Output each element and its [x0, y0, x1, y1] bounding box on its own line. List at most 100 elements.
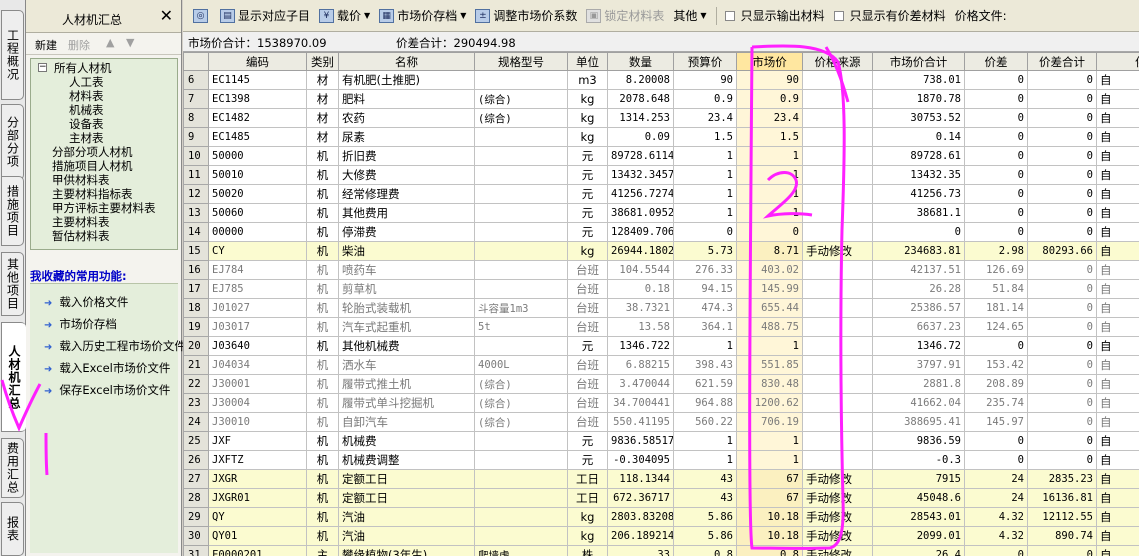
table-cell[interactable]: 机 — [306, 317, 339, 337]
table-cell[interactable]: -0.304095 — [607, 450, 674, 470]
favorite-item[interactable]: ➜ 载入价格文件 — [44, 294, 128, 310]
table-cell[interactable]: 机 — [306, 260, 339, 280]
table-cell[interactable] — [474, 222, 568, 242]
table-cell[interactable]: 23.4 — [673, 108, 737, 128]
table-cell[interactable]: 机 — [306, 431, 339, 451]
table-cell[interactable] — [802, 279, 873, 299]
table-cell[interactable]: 材 — [306, 127, 339, 147]
table-cell[interactable]: JXFTZ — [208, 450, 307, 470]
vtab-4[interactable]: 人材机汇总 — [1, 322, 26, 432]
favorite-item[interactable]: ➜ 载入Excel市场价文件 — [44, 360, 170, 376]
table-row[interactable]: 27 JXGR 机定额工日 工日 118.1344 43 67 手动修改 7915 24 2835.… — [183, 469, 1139, 489]
table-cell[interactable] — [474, 469, 568, 489]
tree-node[interactable]: − 所有人材机 — [31, 61, 177, 75]
table-cell[interactable]: 94.15 — [673, 279, 737, 299]
toolbar-button-4[interactable]: ± 调整市场价系数 — [475, 7, 577, 24]
table-cell[interactable]: J03017 — [208, 317, 307, 337]
table-cell[interactable]: 1 — [736, 450, 803, 470]
table-cell[interactable]: 0 — [1027, 298, 1097, 318]
table-row[interactable]: 22 J30001 机履带式推土机 (综合) 台班 3.470044 621.59 830.4… — [183, 374, 1139, 394]
table-row[interactable]: 23 J30004 机履带式单斗挖掘机 (综合) 台班 34.700441 964.88 12… — [183, 393, 1139, 413]
table-cell[interactable]: J30001 — [208, 374, 307, 394]
table-row[interactable]: 26 JXFTZ 机机械费调整元 -0.304095 1 1 -0.3 0 0 自 — [183, 450, 1139, 470]
column-header[interactable]: 规格型号 — [474, 52, 568, 71]
table-cell[interactable]: 51.84 — [964, 279, 1028, 299]
table-cell[interactable]: 6637.23 — [872, 317, 965, 337]
table-row[interactable]: 8 EC1482 材农药 (综合) kg 1314.253 23.4 23.4 30753.52… — [183, 108, 1139, 128]
table-cell[interactable]: 8.71 — [736, 241, 803, 261]
column-header[interactable]: 价格来源 — [802, 52, 873, 71]
table-cell[interactable] — [802, 203, 873, 223]
table-cell[interactable]: 2835.23 — [1027, 469, 1097, 489]
table-cell[interactable]: 13.58 — [607, 317, 674, 337]
table-cell[interactable]: 自 — [1096, 260, 1139, 280]
table-cell[interactable]: 定额工日 — [338, 488, 475, 508]
table-cell[interactable]: 自 — [1096, 241, 1139, 261]
table-row[interactable]: 9 EC1485 材尿素 kg 0.09 1.5 1.5 0.14 0 0 自 — [183, 127, 1139, 147]
table-cell[interactable]: 104.5544 — [607, 260, 674, 280]
table-cell[interactable]: 50000 — [208, 146, 307, 166]
table-cell[interactable]: 10.18 — [736, 526, 803, 546]
table-cell[interactable]: 550.41195 — [607, 412, 674, 432]
table-cell[interactable]: 0 — [964, 146, 1028, 166]
table-cell[interactable]: 1 — [736, 336, 803, 356]
table-cell[interactable] — [802, 108, 873, 128]
table-cell[interactable]: 元 — [567, 184, 608, 204]
table-cell[interactable]: 3797.91 — [872, 355, 965, 375]
table-cell[interactable]: 1.5 — [673, 127, 737, 147]
table-cell[interactable]: 1.5 — [736, 127, 803, 147]
table-cell[interactable]: 0 — [1027, 70, 1097, 90]
table-cell[interactable]: 1870.78 — [872, 89, 965, 109]
table-cell[interactable]: 2803.83208 — [607, 507, 674, 527]
vtab-3[interactable]: 其他项目 — [1, 252, 24, 316]
table-cell[interactable]: 其他费用 — [338, 203, 475, 223]
table-cell[interactable]: 机 — [306, 526, 339, 546]
table-cell[interactable]: JXF — [208, 431, 307, 451]
table-cell[interactable]: 元 — [567, 203, 608, 223]
table-cell[interactable]: J30004 — [208, 393, 307, 413]
table-cell[interactable] — [474, 431, 568, 451]
table-cell[interactable]: EJ785 — [208, 279, 307, 299]
table-cell[interactable]: 4.32 — [964, 526, 1028, 546]
chevron-down-icon[interactable]: ▼ — [460, 11, 466, 20]
table-cell[interactable]: 26.28 — [872, 279, 965, 299]
table-cell[interactable] — [802, 355, 873, 375]
column-header[interactable]: 类别 — [306, 52, 339, 71]
table-cell[interactable]: 台班 — [567, 374, 608, 394]
table-cell[interactable]: 9836.58517 — [607, 431, 674, 451]
table-row[interactable]: 10 50000 机折旧费元 89728.6114 1 1 89728.61 0 0 自 — [183, 146, 1139, 166]
table-cell[interactable]: 25386.57 — [872, 298, 965, 318]
column-header[interactable]: 价差合计 — [1027, 52, 1097, 71]
table-cell[interactable]: 0 — [964, 127, 1028, 147]
table-cell[interactable]: 自 — [1096, 412, 1139, 432]
table-cell[interactable]: 机 — [306, 336, 339, 356]
toolbar-button-6[interactable]: 其他 ▼ — [673, 7, 706, 24]
table-cell[interactable]: 自 — [1096, 450, 1139, 470]
table-cell[interactable]: 0 — [964, 336, 1028, 356]
table-row[interactable]: 15 CY 机柴油 kg 26944.1802 5.73 8.71 手动修改 234683.81… — [183, 241, 1139, 261]
table-cell[interactable]: 元 — [567, 431, 608, 451]
table-cell[interactable]: 80293.66 — [1027, 241, 1097, 261]
table-cell[interactable]: 元 — [567, 336, 608, 356]
table-cell[interactable]: 元 — [567, 146, 608, 166]
table-cell[interactable]: 2881.8 — [872, 374, 965, 394]
table-cell[interactable]: 5.73 — [673, 241, 737, 261]
table-cell[interactable]: 551.85 — [736, 355, 803, 375]
table-cell[interactable]: 汽油 — [338, 526, 475, 546]
table-row[interactable]: 29 QY 机汽油 kg 2803.83208 5.86 10.18 手动修改 28543.01… — [183, 507, 1139, 527]
checkbox-box[interactable] — [833, 10, 844, 21]
table-cell[interactable] — [802, 317, 873, 337]
table-cell[interactable]: 台班 — [567, 317, 608, 337]
table-cell[interactable] — [802, 336, 873, 356]
tree-node[interactable]: 主材表 — [31, 131, 177, 145]
table-cell[interactable]: 1 — [673, 431, 737, 451]
table-cell[interactable] — [802, 222, 873, 242]
table-cell[interactable] — [802, 165, 873, 185]
table-cell[interactable]: 机 — [306, 146, 339, 166]
table-cell[interactable]: 621.59 — [673, 374, 737, 394]
table-cell[interactable]: 自 — [1096, 184, 1139, 204]
table-row[interactable]: 16 EJ784 机喷药车 台班 104.5544 276.33 403.02 42137.5… — [183, 260, 1139, 280]
table-cell[interactable] — [802, 127, 873, 147]
table-cell[interactable]: 柴油 — [338, 241, 475, 261]
table-cell[interactable]: 履带式单斗挖掘机 — [338, 393, 475, 413]
